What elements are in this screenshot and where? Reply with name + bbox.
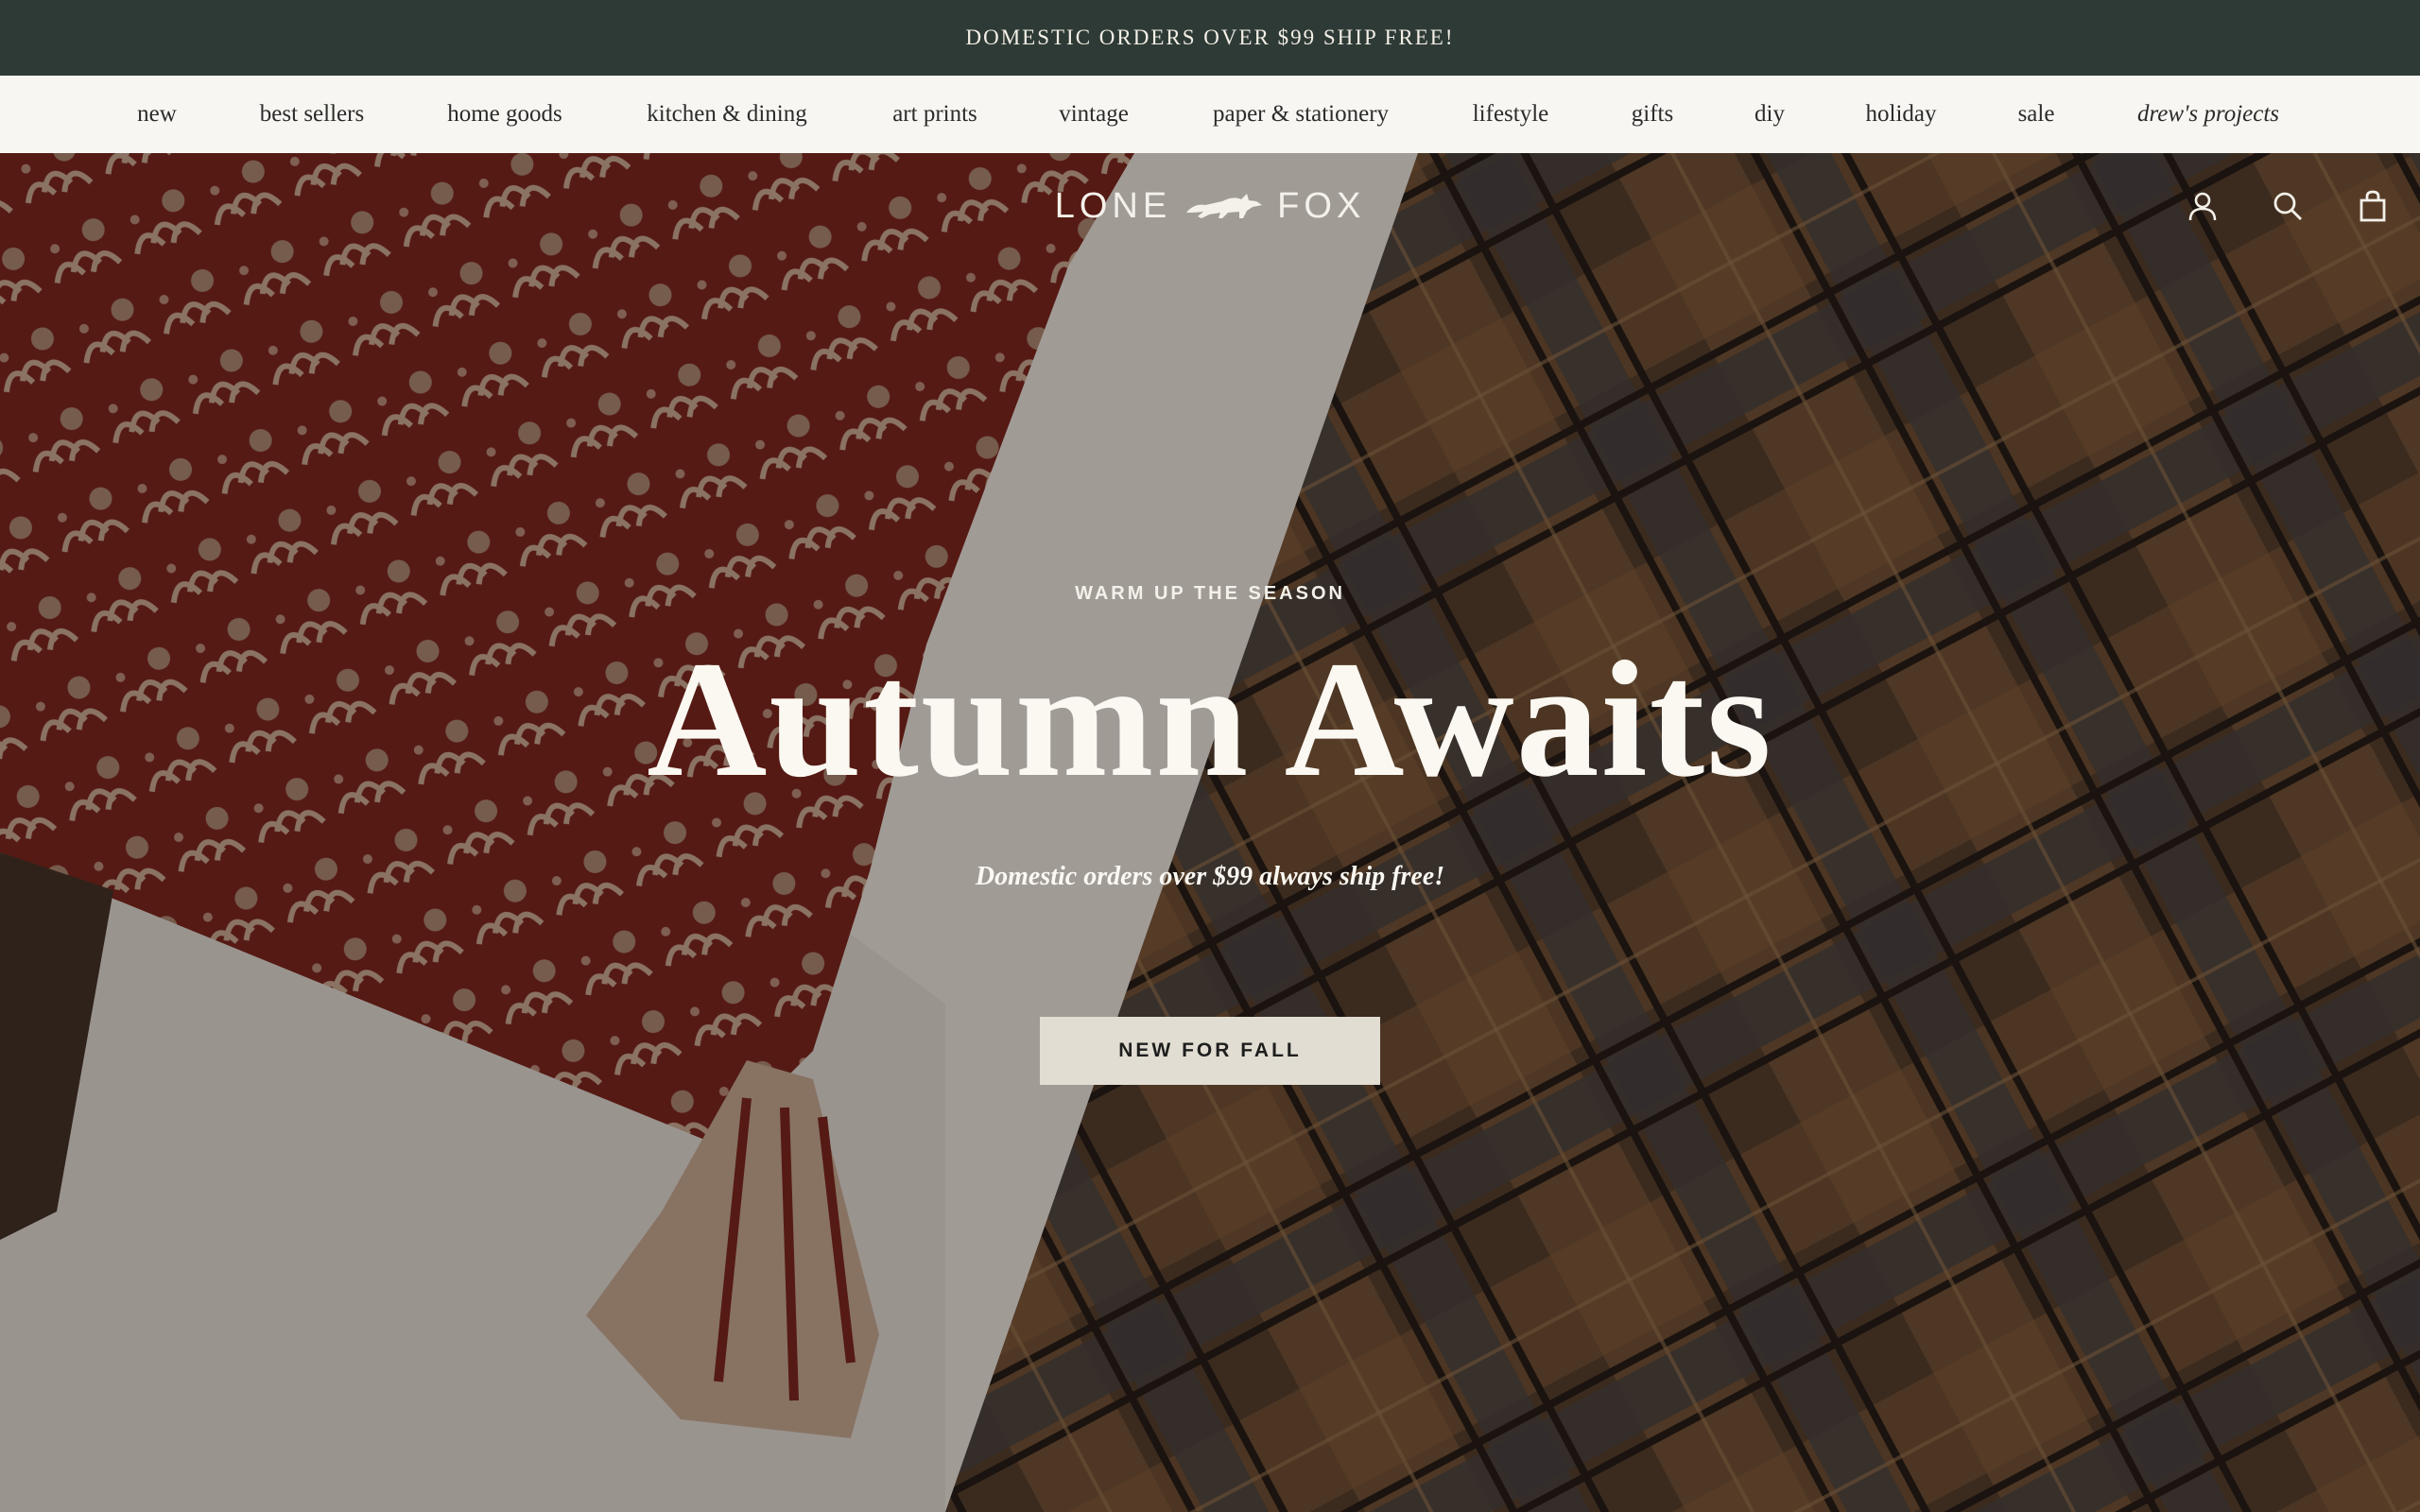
nav-item-art-prints[interactable]: art prints	[892, 76, 977, 153]
hero-eyebrow: WARM UP THE SEASON	[1075, 583, 1345, 604]
nav-item-diy[interactable]: diy	[1754, 76, 1785, 153]
hero-subtitle: Domestic orders over $99 always ship fre…	[975, 862, 1445, 891]
nav-item-home-goods[interactable]: home goods	[447, 76, 562, 153]
nav-item-kitchen-dining[interactable]: kitchen & dining	[647, 76, 806, 153]
new-for-fall-button[interactable]: NEW FOR FALL	[1040, 1017, 1380, 1085]
nav-item-sale[interactable]: sale	[2018, 76, 2055, 153]
announcement-text: DOMESTIC ORDERS OVER $99 SHIP FREE!	[965, 26, 1455, 49]
nav-item-paper-stationery[interactable]: paper & stationery	[1213, 76, 1389, 153]
nav-item-lifestyle[interactable]: lifestyle	[1473, 76, 1549, 153]
nav-item-drews-projects[interactable]: drew's projects	[2137, 76, 2279, 153]
announcement-bar: DOMESTIC ORDERS OVER $99 SHIP FREE!	[0, 0, 2420, 76]
hero-title: Autumn Awaits	[647, 627, 1773, 812]
main-navigation: new best sellers home goods kitchen & di…	[0, 76, 2420, 153]
nav-item-new[interactable]: new	[137, 76, 177, 153]
hero-content: WARM UP THE SEASON Autumn Awaits Domesti…	[0, 153, 2420, 1512]
nav-item-holiday[interactable]: holiday	[1866, 76, 1937, 153]
nav-item-gifts[interactable]: gifts	[1632, 76, 1673, 153]
nav-item-best-sellers[interactable]: best sellers	[260, 76, 364, 153]
hero-banner: LONE FOX WARM UP THE SEASON Autumn Await…	[0, 153, 2420, 1512]
nav-item-vintage[interactable]: vintage	[1059, 76, 1129, 153]
